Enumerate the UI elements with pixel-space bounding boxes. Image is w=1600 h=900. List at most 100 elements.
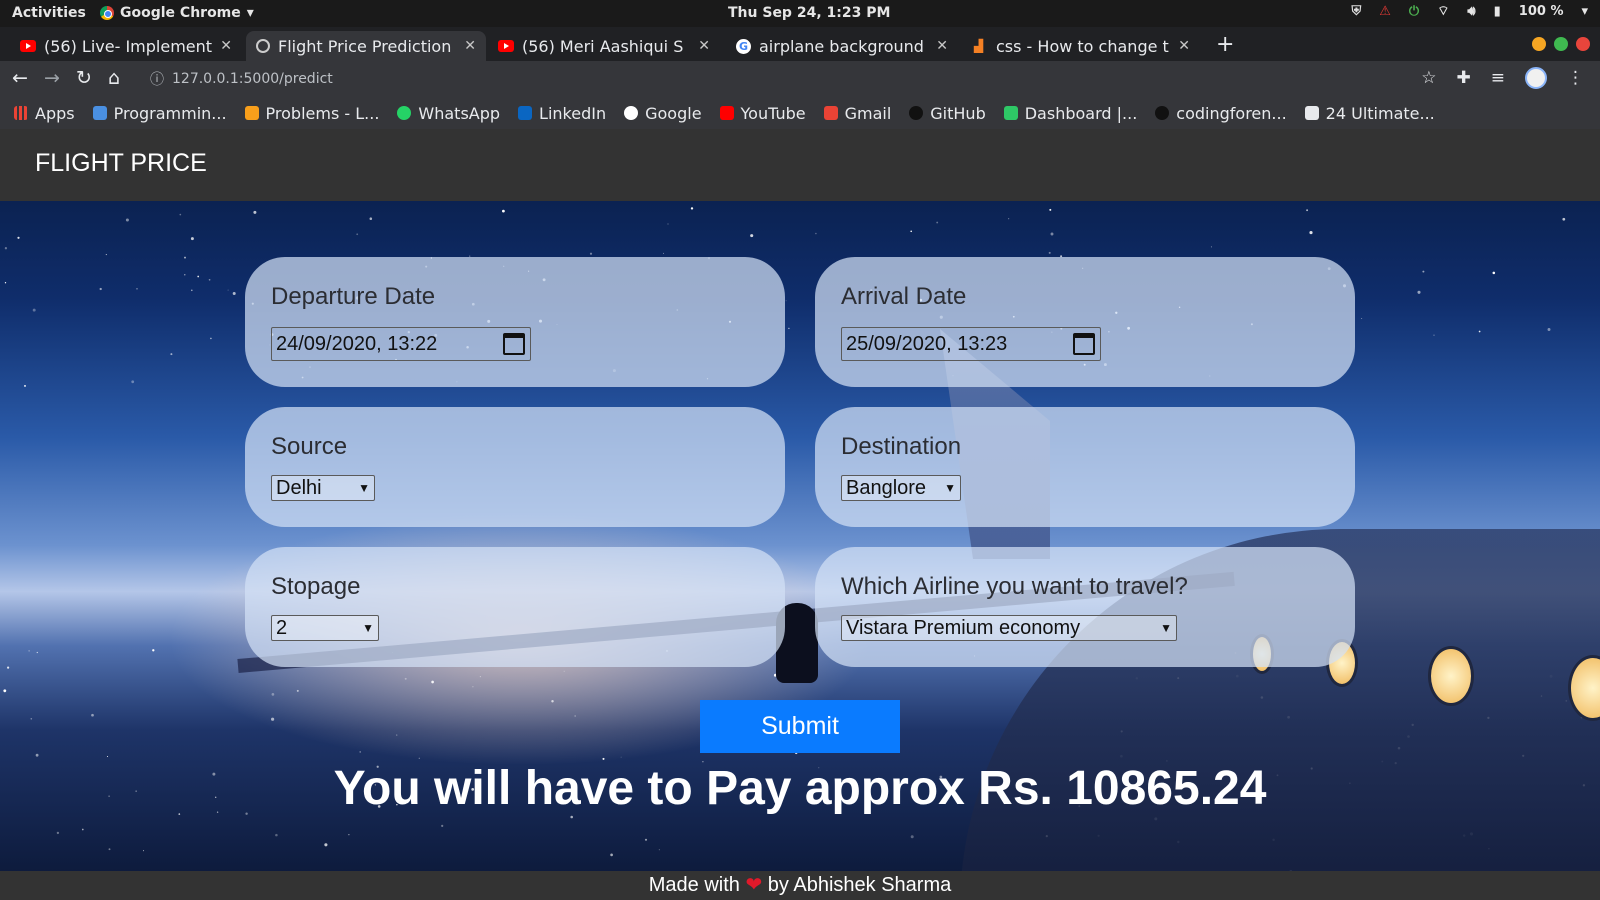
chevron-down-icon[interactable]: ▾: [1581, 4, 1588, 19]
tab-airplane-background[interactable]: G airplane background - ✕: [726, 31, 958, 61]
tab-live-implementation[interactable]: (56) Live- Implementat ✕: [10, 31, 242, 61]
forward-arrow-icon[interactable]: →: [44, 67, 60, 89]
whatsapp-icon: [397, 106, 412, 120]
departure-date-value: 24/09/2020, 13:22: [276, 332, 438, 355]
bookmark-google[interactable]: Google: [624, 104, 702, 123]
calendar-icon[interactable]: [503, 333, 525, 355]
source-select[interactable]: Delhi ▼: [271, 475, 375, 501]
bookmark-whatsapp[interactable]: WhatsApp: [397, 104, 500, 123]
stopage-select[interactable]: 2 ▼: [271, 615, 379, 641]
app-menu[interactable]: Google Chrome ▾: [100, 5, 254, 21]
bookmark-codingforen[interactable]: codingforen...: [1155, 104, 1287, 123]
hackerrank-icon: [1003, 106, 1018, 120]
apps-grid-icon: [14, 106, 28, 120]
bookmark-dashboard[interactable]: Dashboard |...: [1003, 104, 1137, 123]
gmail-icon: [823, 106, 838, 120]
stopage-label: Stopage: [271, 573, 361, 600]
airline-card: Which Airline you want to travel? Vistar…: [815, 547, 1355, 667]
bookmark-icon: [1304, 106, 1319, 120]
arrival-date-input[interactable]: 25/09/2020, 13:23: [841, 327, 1101, 361]
wifi-icon[interactable]: ⌔: [1437, 3, 1449, 19]
bookmark-gmail[interactable]: Gmail: [823, 104, 891, 123]
airline-value: Vistara Premium economy: [846, 616, 1081, 639]
close-icon[interactable]: ✕: [698, 38, 710, 54]
extensions-icon[interactable]: ✚: [1457, 68, 1471, 88]
bookmark-programming[interactable]: Programmin...: [92, 104, 227, 123]
youtube-icon: [20, 40, 36, 52]
close-icon[interactable]: ✕: [936, 38, 948, 54]
activities-button[interactable]: Activities: [12, 5, 86, 21]
back-arrow-icon[interactable]: ←: [12, 67, 28, 89]
submit-button[interactable]: Submit: [700, 700, 900, 753]
media-icon[interactable]: ≡: [1491, 68, 1505, 88]
reload-icon[interactable]: ↻: [76, 67, 92, 89]
volume-icon[interactable]: 🔊︎: [1467, 4, 1475, 19]
info-icon[interactable]: ⓘ: [150, 69, 164, 89]
destination-card: Destination Banglore ▼: [815, 407, 1355, 527]
bookmark-24-ultimate[interactable]: 24 Ultimate...: [1304, 104, 1435, 123]
battery-icon[interactable]: ▮: [1494, 4, 1501, 19]
close-icon[interactable]: ✕: [1178, 38, 1190, 54]
close-window-button[interactable]: [1576, 37, 1590, 51]
airline-select[interactable]: Vistara Premium economy ▼: [841, 615, 1177, 641]
departure-card: Departure Date 24/09/2020, 13:22: [245, 257, 785, 387]
tab-meri-aashiqui[interactable]: (56) Meri Aashiqui S ✕: [488, 31, 720, 61]
new-tab-button[interactable]: +: [1216, 32, 1234, 57]
source-label: Source: [271, 433, 348, 460]
home-icon[interactable]: ⌂: [108, 67, 120, 89]
globe-icon: [256, 39, 270, 53]
chevron-down-icon: ▾: [246, 5, 254, 21]
departure-label: Departure Date: [271, 283, 436, 310]
battery-level: 100 %: [1518, 3, 1564, 19]
source-value: Delhi: [276, 476, 322, 499]
tab-title: (56) Meri Aashiqui S: [522, 36, 684, 56]
tab-strip: (56) Live- Implementat ✕ Flight Price Pr…: [0, 27, 1600, 61]
menu-icon[interactable]: ⋮: [1567, 68, 1584, 88]
warning-icon[interactable]: ⚠: [1379, 4, 1391, 19]
google-icon: [624, 106, 639, 120]
address-bar[interactable]: ⓘ 127.0.0.1:5000/predict: [150, 69, 333, 89]
google-icon: G: [736, 38, 751, 54]
github-icon: [1155, 106, 1170, 120]
bookmark-youtube[interactable]: YouTube: [719, 104, 806, 123]
tab-flight-price-prediction[interactable]: Flight Price Prediction ✕: [246, 31, 486, 61]
close-icon[interactable]: ✕: [220, 38, 232, 54]
stopage-card: Stopage 2 ▼: [245, 547, 785, 667]
arrival-card: Arrival Date 25/09/2020, 13:23: [815, 257, 1355, 387]
destination-select[interactable]: Banglore ▼: [841, 475, 961, 501]
stackoverflow-icon: ▟: [974, 39, 984, 53]
minimize-button[interactable]: [1532, 37, 1546, 51]
price-result: You will have to Pay approx Rs. 10865.24: [333, 762, 1267, 815]
linkedin-icon: [518, 106, 533, 120]
close-icon[interactable]: ✕: [464, 38, 476, 54]
shield-icon[interactable]: ⛨: [1351, 4, 1361, 19]
chevron-down-icon: ▼: [1160, 621, 1172, 635]
app-name: Google Chrome: [120, 5, 241, 21]
maximize-button[interactable]: [1554, 37, 1568, 51]
chrome-icon: [100, 6, 114, 20]
url-text: 127.0.0.1:5000/predict: [172, 71, 333, 87]
power-icon[interactable]: ⏻: [1409, 4, 1419, 19]
bookmark-github[interactable]: GitHub: [909, 104, 986, 123]
youtube-icon: [719, 106, 734, 120]
footer-prefix: Made with: [648, 874, 740, 896]
bookmark-apps[interactable]: Apps: [14, 104, 75, 123]
bookmark-linkedin[interactable]: LinkedIn: [518, 104, 606, 123]
bookmarks-bar: Apps Programmin... Problems - L... Whats…: [0, 97, 1600, 129]
chevron-down-icon: ▼: [944, 481, 956, 495]
tab-title: (56) Live- Implementat: [44, 36, 213, 56]
interviewbit-icon: [92, 106, 107, 120]
bookmark-problems[interactable]: Problems - L...: [244, 104, 379, 123]
tab-css-how-to-change[interactable]: ▟ css - How to change th ✕: [964, 31, 1200, 61]
star-icon[interactable]: ☆: [1421, 68, 1436, 88]
site-navbar: FLIGHT PRICE: [0, 129, 1600, 201]
avatar[interactable]: [1525, 67, 1547, 89]
arrival-date-value: 25/09/2020, 13:23: [846, 332, 1008, 355]
system-tray[interactable]: ⛨ ⚠ ⏻ ⌔ 🔊︎ ▮ 100 % ▾: [1351, 3, 1588, 20]
clock[interactable]: Thu Sep 24, 1:23 PM: [728, 5, 890, 21]
chevron-down-icon: ▼: [362, 621, 374, 635]
departure-date-input[interactable]: 24/09/2020, 13:22: [271, 327, 531, 361]
calendar-icon[interactable]: [1073, 333, 1095, 355]
system-top-bar: Activities Google Chrome ▾ Thu Sep 24, 1…: [0, 0, 1600, 27]
brand-title[interactable]: FLIGHT PRICE: [35, 149, 207, 178]
